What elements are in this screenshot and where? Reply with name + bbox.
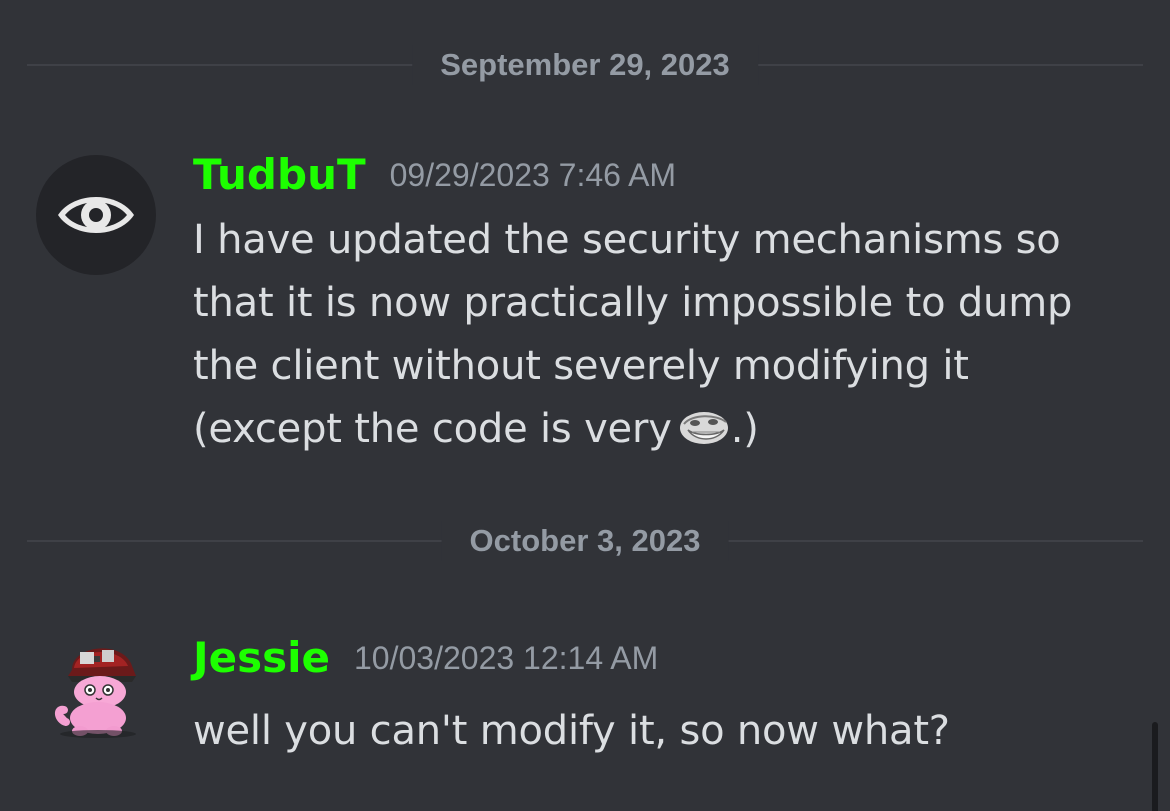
date-divider-label: October 3, 2023 bbox=[441, 521, 729, 561]
message-header: Jessie 10/03/2023 12:14 AM bbox=[193, 633, 658, 682]
message-header: TudbuT 09/29/2023 7:46 AM bbox=[193, 150, 676, 199]
date-divider-label: September 29, 2023 bbox=[412, 45, 758, 85]
trollface-emoji[interactable] bbox=[678, 410, 730, 446]
message-line: well you can't modify it, so now what? bbox=[193, 708, 950, 754]
message-line-text: (except the code is very bbox=[193, 406, 672, 452]
scrollbar[interactable] bbox=[1152, 722, 1158, 811]
message-line: that it is now practically impossible to… bbox=[193, 280, 1073, 326]
pink-cat-helmet-avatar bbox=[55, 648, 136, 738]
message-content: I have updated the security mechanisms s… bbox=[193, 209, 1133, 461]
eye-icon bbox=[58, 197, 134, 233]
message-content: well you can't modify it, so now what? bbox=[193, 700, 1133, 763]
user-avatar[interactable] bbox=[50, 630, 146, 740]
message-timestamp[interactable]: 09/29/2023 7:46 AM bbox=[390, 157, 676, 193]
message-line: I have updated the security mechanisms s… bbox=[193, 217, 1061, 263]
user-avatar[interactable] bbox=[36, 155, 156, 275]
username[interactable]: Jessie bbox=[193, 633, 330, 682]
message-timestamp[interactable]: 10/03/2023 12:14 AM bbox=[354, 640, 658, 676]
chat-message-list[interactable]: September 29, 2023 TudbuT 09/29/2023 7:46… bbox=[0, 0, 1170, 811]
username[interactable]: TudbuT bbox=[193, 150, 366, 199]
message-trailing-text: .) bbox=[730, 406, 759, 452]
message-line: the client without severely modifying it bbox=[193, 343, 969, 389]
message-line-last: (except the code is very .) bbox=[193, 398, 1133, 461]
